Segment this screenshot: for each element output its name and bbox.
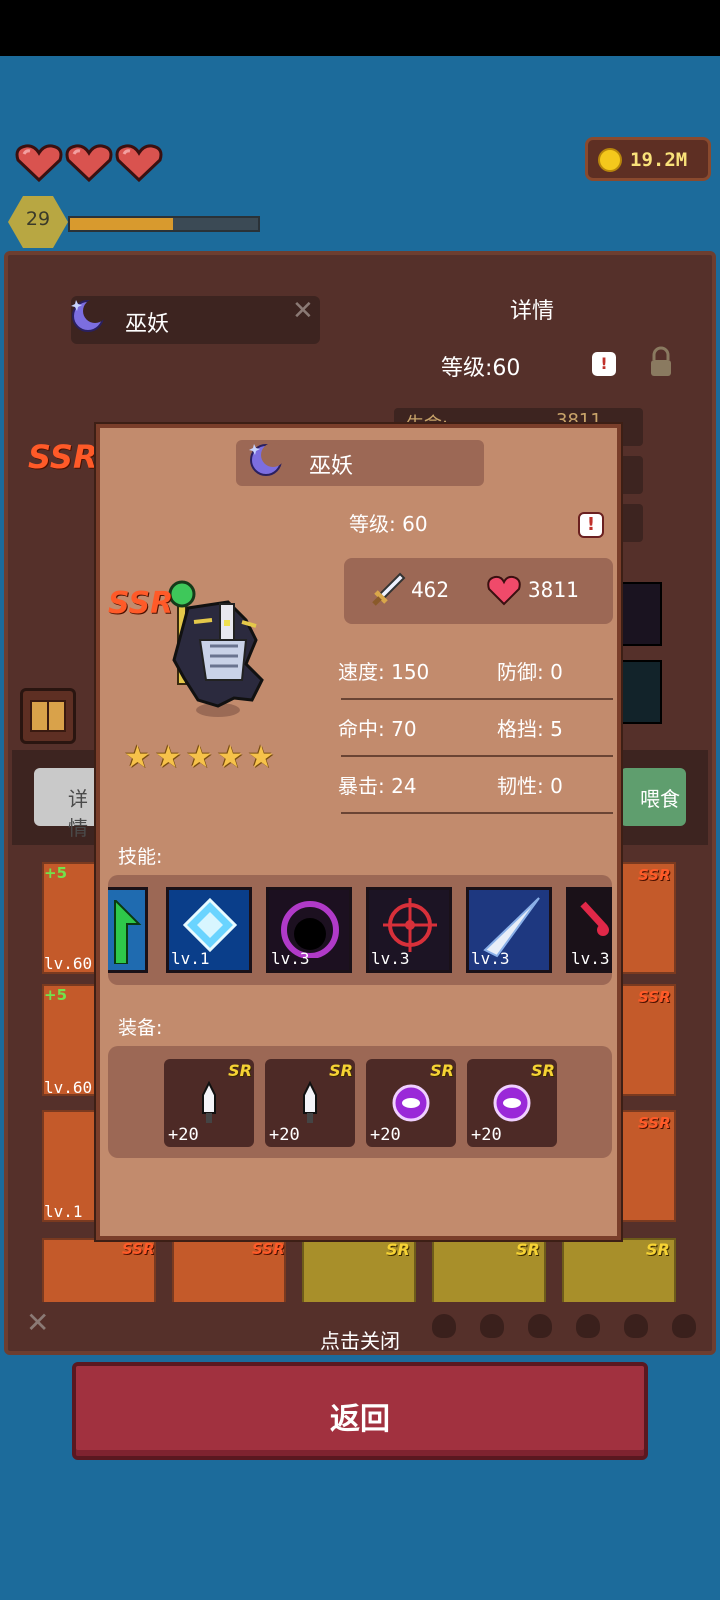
- blue-crystal-icon[interactable]: lv.1: [166, 887, 252, 973]
- equipment-label: 装备:: [118, 1017, 163, 1039]
- blood-drop-icon[interactable]: lv.3: [566, 887, 612, 973]
- star-icon: ★: [216, 740, 244, 775]
- stat-speed: 速度: 150: [338, 660, 430, 684]
- dagger-icon: [202, 1081, 216, 1123]
- card-bonus: +5: [44, 986, 68, 1004]
- detail-title: 详情: [510, 299, 555, 324]
- stat-block: 格挡: 5: [497, 717, 563, 741]
- bg-stat-row: [620, 456, 643, 494]
- bg-hero-name: 巫妖: [125, 312, 170, 337]
- book-icon[interactable]: [20, 688, 76, 744]
- coin-icon: [598, 148, 622, 172]
- equipment-slot[interactable]: SR +20: [366, 1059, 456, 1147]
- player-level-number: 29: [25, 208, 51, 230]
- gold-amount: 19.2M: [630, 149, 688, 171]
- stat-divider: [341, 698, 613, 700]
- moon-icon: [71, 299, 107, 332]
- tab-details[interactable]: 详情: [34, 768, 104, 840]
- bg-alert-icon[interactable]: !: [592, 352, 616, 376]
- dagger-icon: [303, 1081, 317, 1123]
- equipment-slot[interactable]: SR +20: [467, 1059, 557, 1147]
- crosshair-icon[interactable]: lv.3: [366, 887, 452, 973]
- star-icon: ★: [247, 740, 275, 775]
- bg-rarity-badge: SSR: [28, 438, 98, 476]
- equipment-slot[interactable]: SR +20: [265, 1059, 355, 1147]
- purple-ring-icon: [493, 1084, 531, 1122]
- bg-skill-icon: [620, 660, 662, 724]
- moon-icon: [249, 443, 285, 476]
- stat-divider: [341, 812, 613, 814]
- xp-bar-fill: [70, 218, 174, 230]
- sword-icon: [372, 572, 406, 606]
- card-rarity: SSR: [252, 1240, 285, 1258]
- popup-level: 等级: 60: [349, 512, 428, 536]
- bg-stat-row: [620, 504, 643, 542]
- stat-hit: 命中: 70: [338, 717, 417, 741]
- bg-level-label: 等级:60: [441, 356, 521, 381]
- card-rarity: SSR: [638, 1114, 671, 1132]
- equipment-row: SR +20 SR +20 SR +20 SR +20: [108, 1046, 612, 1158]
- heart-icon: [15, 144, 63, 182]
- clear-name-icon[interactable]: ✕: [292, 296, 314, 326]
- lock-icon[interactable]: [648, 346, 674, 378]
- heart-icon: [115, 144, 163, 182]
- skills-label: 技能:: [118, 846, 163, 868]
- heart-icon: [487, 575, 521, 606]
- stat-divider: [341, 755, 613, 757]
- card-bonus: +5: [44, 864, 68, 882]
- card-level: lv.60: [44, 1078, 93, 1097]
- card-rarity: SR: [386, 1240, 410, 1259]
- back-button[interactable]: 返回: [72, 1362, 648, 1460]
- green-arrow-icon[interactable]: [108, 887, 148, 973]
- hero-rarity-badge: SSR: [108, 586, 174, 621]
- hp-value: 3811: [528, 578, 579, 602]
- stat-crit: 暴击: 24: [338, 774, 417, 798]
- skills-row: lv.1 lv.3 lv.3 lv.3 lv.3: [108, 875, 612, 985]
- attack-value: 462: [411, 578, 449, 602]
- card-rarity: SSR: [638, 988, 671, 1006]
- stat-defense: 防御: 0: [497, 660, 563, 684]
- stat-toughness: 韧性: 0: [497, 774, 563, 798]
- bg-hero-namebar: [71, 296, 320, 344]
- tab-feed[interactable]: 喂食: [620, 768, 686, 826]
- equipment-slot[interactable]: SR +20: [164, 1059, 254, 1147]
- tap-to-close-hint[interactable]: 点击关闭: [0, 1325, 720, 1354]
- card-rarity: SSR: [122, 1240, 155, 1258]
- card-rarity: SR: [646, 1240, 670, 1259]
- card-rarity: SSR: [638, 866, 671, 884]
- dark-vortex-icon[interactable]: lv.3: [266, 887, 352, 973]
- popup-hero-name: 巫妖: [309, 454, 354, 479]
- xp-bar: [68, 216, 260, 232]
- back-button-label: 返回: [330, 1402, 390, 1437]
- card-level: lv.60: [44, 954, 93, 973]
- card-level: lv.1: [44, 1202, 83, 1221]
- purple-ring-icon: [392, 1084, 430, 1122]
- star-icon: ★: [185, 740, 213, 775]
- card-rarity: SR: [516, 1240, 540, 1259]
- star-icon: ★: [124, 740, 151, 775]
- star-icon: ★: [154, 740, 182, 775]
- bg-skill-icon: [620, 582, 662, 646]
- gold-counter[interactable]: 19.2M: [585, 137, 711, 181]
- status-bar: [0, 0, 720, 56]
- star-rating: ★ ★ ★ ★ ★: [124, 740, 279, 775]
- heart-icon: [65, 144, 113, 182]
- blade-slash-icon[interactable]: lv.3: [466, 887, 552, 973]
- info-alert-icon[interactable]: !: [578, 512, 604, 538]
